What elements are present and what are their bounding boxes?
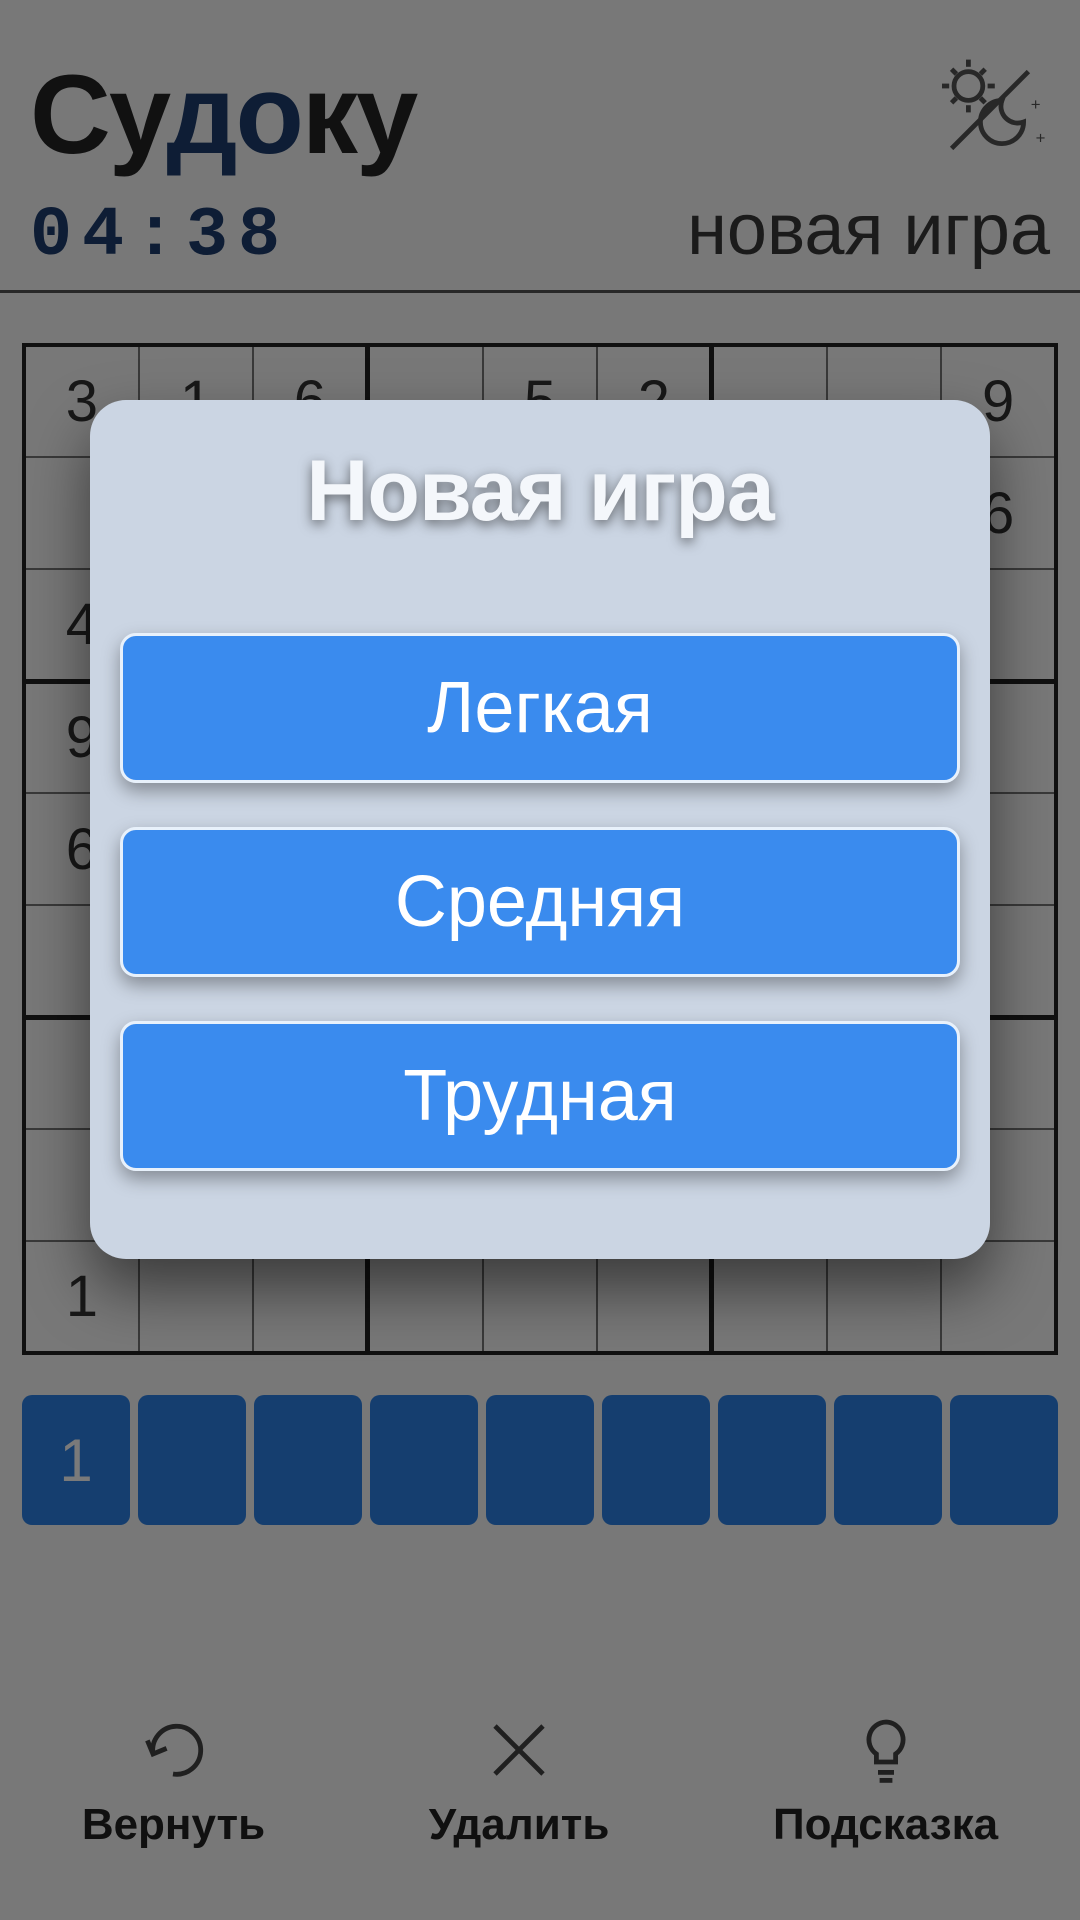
new-game-modal: Новая игра Легкая Средняя Трудная xyxy=(90,400,990,1259)
difficulty-hard-button[interactable]: Трудная xyxy=(120,1021,960,1171)
modal-title: Новая игра xyxy=(120,442,960,541)
difficulty-medium-button[interactable]: Средняя xyxy=(120,827,960,977)
difficulty-easy-button[interactable]: Легкая xyxy=(120,633,960,783)
